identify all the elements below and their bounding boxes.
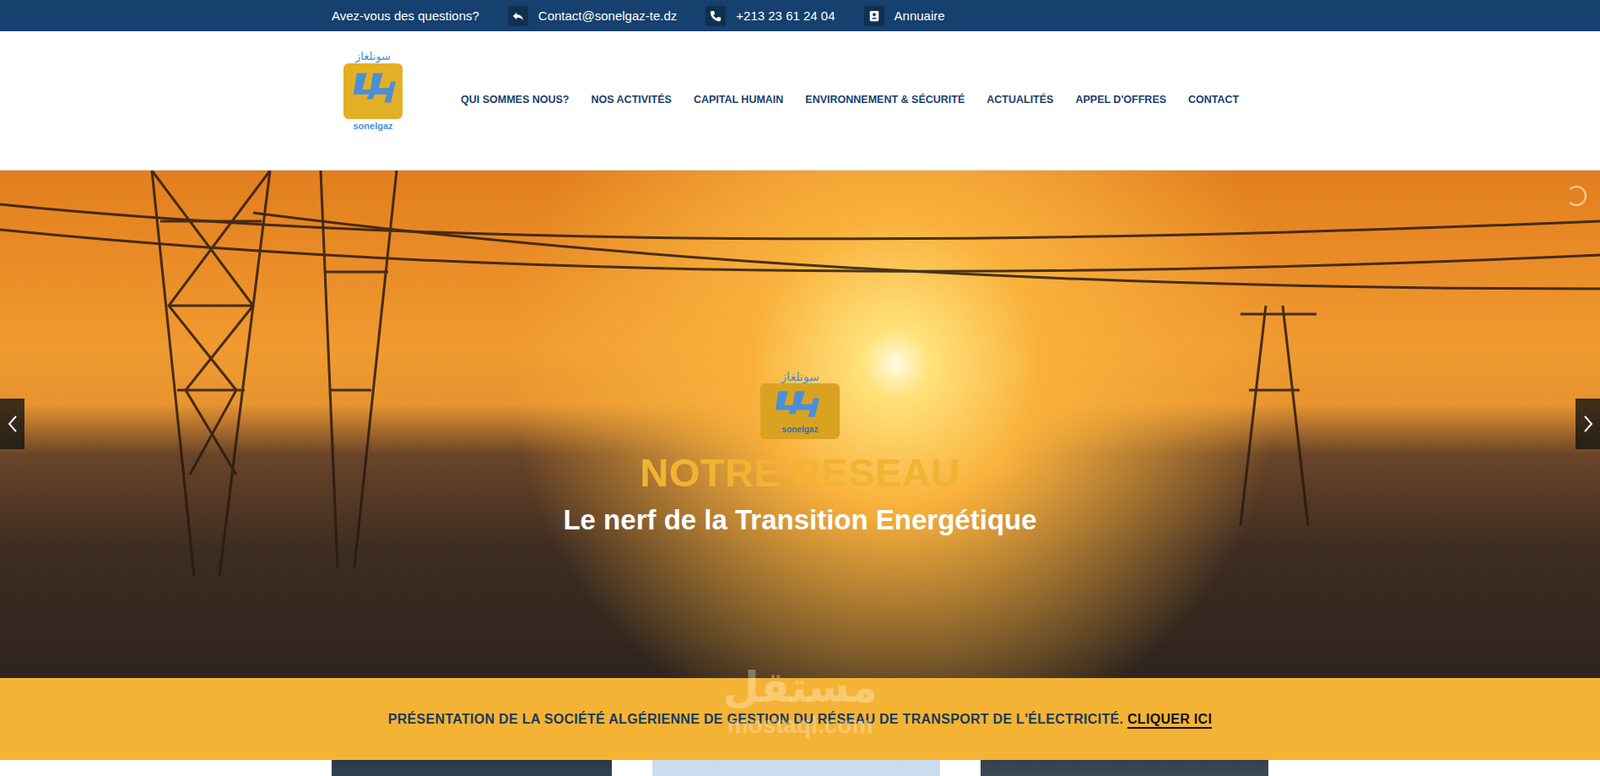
nav-item[interactable]: NOS ACTIVITÉS [590,93,671,106]
nav-item[interactable]: ACTUALITÉS [986,93,1054,106]
activity-card[interactable] [652,759,941,776]
activity-card[interactable] [331,759,612,776]
logo[interactable]: سونلغازsonelgaz [342,49,404,131]
loading-spinner-icon [1566,185,1587,206]
hero-logo: سونلغازsonelgaz [760,369,840,439]
chevron-right-icon [1583,414,1594,433]
page: Avez-vous des questions? Contact@sonelgaz… [0,0,1600,776]
hero-subtitle: Le nerf de la Transition Energétique [562,503,1037,536]
top-bar-link[interactable]: +213 23 61 24 04 [705,5,835,27]
phone-icon [705,5,726,27]
nav-item[interactable]: ENVIRONNEMENT & SÉCURITÉ [805,93,965,106]
main-nav: QUI SOMMES NOUS? NOS ACTIVITÉS CAPITAL HUM… [460,93,1239,106]
sonelgaz-logo-icon [343,63,403,119]
cards-row [331,759,1269,776]
hero-slider: سونلغازsonelgaz NOTRE RESEAU Le nerf de la… [0,170,1600,678]
email-icon [508,5,529,27]
sonelgaz-logo-icon: sonelgaz [760,383,840,439]
chevron-left-icon [7,414,18,433]
top-bar-link[interactable]: Contact@sonelgaz-te.dz [508,5,677,27]
top-bar-link[interactable]: Annuaire [864,5,946,27]
activity-card[interactable] [980,759,1269,776]
watermark: مستقلmostaql.com [723,665,878,737]
next-slide-button[interactable] [1575,398,1600,449]
nav-item[interactable]: CONTACT [1188,93,1239,106]
directory-icon [864,5,885,27]
nav-item[interactable]: APPEL D'OFFRES [1075,93,1167,106]
band-link[interactable]: CLIQUER ICI [1127,711,1212,729]
header: سونلغازsonelgaz QUI SOMMES NOUS? NOS ACTIV… [0,31,1600,171]
band-text: PRÉSENTATION DE LA SOCIÉTÉ ALGÉRIENNE DE… [388,711,1124,726]
prev-slide-button[interactable] [0,398,25,449]
nav-item[interactable]: CAPITAL HUMAIN [693,93,784,106]
nav-item[interactable]: QUI SOMMES NOUS? [460,93,569,106]
presentation-band: PRÉSENTATION DE LA SOCIÉTÉ ALGÉRIENNE DE… [0,677,1600,760]
hero-title: NOTRE RESEAU [639,448,960,496]
top-bar: Avez-vous des questions? Contact@sonelgaz… [0,0,1600,32]
question-text: Avez-vous des questions? [331,8,480,23]
